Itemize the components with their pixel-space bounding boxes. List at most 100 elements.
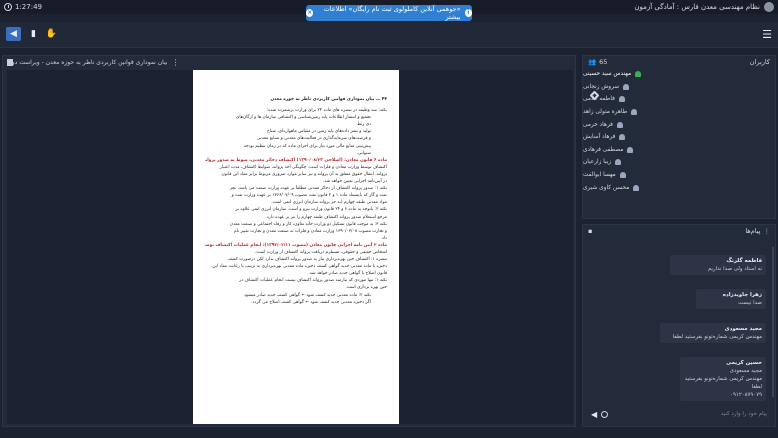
close-icon[interactable]: ×	[306, 9, 314, 17]
clock-icon	[4, 3, 12, 11]
user-icon	[619, 134, 626, 141]
menu-button[interactable]: ☰	[762, 28, 772, 41]
page-line: تجمیع و انتشار اطلاعات پایه زمین‌شناسی و…	[236, 115, 371, 121]
page-line: و تجارت مصوب ۱۳۹۰/۰۳/۰۸ وزارت معادن و فل…	[233, 228, 387, 234]
document-icon	[7, 59, 13, 66]
presentation-panel: ⋮ بیان نموداری قوانین کاربردی ناظر به حو…	[2, 55, 576, 427]
user-icon	[616, 121, 623, 128]
info-icon: i	[464, 9, 472, 17]
page-line: تولید و نشر داده‌های پایه زمین در مقیاس …	[266, 129, 371, 135]
avatar[interactable]	[764, 2, 774, 12]
page-line: ذی ربط	[357, 122, 371, 128]
page-line: قانون اصلاح یا گواهی جدید صادر خواهد شد.	[308, 271, 387, 277]
user-icon	[633, 184, 640, 191]
user-item[interactable]: فاطمه غلامی	[583, 93, 775, 106]
page-line: اکتشاف توسط وزارت معادن و فلزات است. چگو…	[219, 164, 387, 170]
chat-icon: ▪	[588, 227, 593, 235]
chat-message: مجید مسعودی مهندس کریمی شماره‌تونو بفرست…	[660, 323, 766, 343]
message-text: نه استاد ولی صدا نداریم	[707, 266, 762, 272]
chat-title: پیام‌ها	[745, 227, 761, 235]
user-item[interactable]: طاهره متولی زاهد	[583, 106, 775, 119]
user-icon	[618, 96, 625, 103]
user-item[interactable]: محسن کاوی شیری	[583, 181, 775, 194]
user-icon	[619, 172, 626, 179]
page-line: پروانه، انتقال حقوق متعلق به آن پروانه و…	[221, 171, 387, 177]
users-panel: 👥 65 کاربران مهندس سید حسینی سروش زنجانی…	[582, 55, 776, 219]
page-line: داد.	[380, 235, 387, 241]
page-line: پیش‌بینی منابع مالی مورد نیاز برای اجرای…	[243, 143, 371, 149]
send-icon[interactable]: ◀	[591, 410, 597, 419]
message-phone: ۰۹۱۲۰۸۷۹۰۷۹	[730, 392, 762, 398]
user-item[interactable]: سروش زنجانی	[583, 81, 775, 94]
chat-message: حسین کریمی مجید مسعودی مهندس کریمی شماره…	[680, 357, 766, 401]
page-line: نکته: سه وظیفه در تبصره های ماده ۲۴ برای…	[266, 108, 387, 114]
toolbar: ◀ ▮ ✋ ☰	[0, 22, 778, 48]
document-page: ۴۴ ـــ بیان نموداری قوانین کاربردی ناظر …	[193, 70, 399, 424]
user-item[interactable]: مهندس سید حسینی	[583, 68, 775, 81]
page-line: اشخاص حقیقی و حقوقی، مستلزم دریافت پروان…	[255, 249, 387, 255]
page-line: نکته ۳: به موجب قانون تشکیل دو وزارت خان…	[229, 221, 387, 227]
page-line: ماده ۶ قانون معادن: (اصلاحی ۱۳۹۰/۰۸/۲۳) …	[205, 157, 387, 163]
raise-hand-button[interactable]: ✋	[44, 27, 59, 41]
message-author: مجید مسعودی	[724, 326, 762, 332]
user-item[interactable]: فرهاد خرمی	[583, 118, 775, 131]
user-name: مصطفی فرهادی	[583, 146, 624, 153]
page-line: اگر ذخیره معدنی جدید کشف شود ← گواهی کشف…	[251, 299, 371, 305]
people-icon: 👥	[588, 58, 597, 66]
chat-scrollbar[interactable]	[772, 247, 774, 397]
file-button[interactable]: ▮	[26, 27, 41, 41]
users-title: کاربران	[749, 58, 770, 66]
mic-button[interactable]: ◀	[6, 27, 21, 41]
page-line: مرجع استعلام صدور پروانه اکتشاف طبقه چها…	[265, 214, 387, 220]
page-line: حین بهره برداری است.	[345, 285, 387, 291]
session-timer: 1:27:49	[4, 3, 42, 11]
user-name: مهندس سید حسینی	[583, 71, 632, 78]
user-name: مهسا ابوالفت	[583, 172, 616, 179]
user-item[interactable]: زیبا زارعیان	[583, 156, 775, 169]
page-line: نکته ۱: صدور پروانه اکتشاف از ذخائر معدن…	[229, 186, 387, 192]
more-options-icon[interactable]: ⋮	[764, 227, 771, 235]
presentation-stage: ۴۴ ـــ بیان نموداری قوانین کاربردی ناظر …	[7, 70, 573, 424]
info-banner[interactable]: i «جوهمی آنلاین کاملولوی ثبت نام رایگان»…	[306, 5, 472, 21]
message-text: صدا نیست	[738, 300, 762, 306]
banner-text[interactable]: «جوهمی آنلاین کاملولوی ثبت نام رایگان» ا…	[317, 5, 461, 21]
menu-icon: ☰	[762, 28, 772, 41]
chat-message: زهرا جاویدزاده صدا نیست	[696, 289, 766, 309]
page-header: ۴۴ ـــ بیان نموداری قوانین کاربردی ناظر …	[270, 97, 387, 102]
user-icon	[627, 146, 634, 153]
chat-message: فاطمه گلرنگ نه استاد ولی صدا نداریم	[670, 255, 766, 275]
page-line: در آیین‌نامه اجرایی تعیین خواهد شد.	[322, 179, 387, 185]
page-line: نکته ۲: باتوجه به ماده ۶ و ۲۴ قانون وزار…	[235, 207, 387, 213]
chat-messages: فاطمه گلرنگ نه استاد ولی صدا نداریم زهرا…	[586, 239, 772, 405]
chat-input[interactable]: پیام خود را وارد کنید ◀	[587, 407, 771, 421]
page-line: سنواتی.	[356, 150, 371, 156]
page-line: نکته ۲: ماده معدنی جدید کشف شود ← گواهی …	[243, 292, 371, 298]
user-item[interactable]: مصطفی فرهادی	[583, 144, 775, 157]
page-line: مواد معدنی طبقه چهارم (به جز پروانه سازم…	[271, 200, 387, 206]
message-quote: مجید مسعودی	[729, 368, 762, 374]
chat-input-placeholder[interactable]: پیام خود را وارد کنید	[721, 411, 767, 417]
users-count: 👥 65	[588, 58, 607, 66]
page-line: نکته ۱: تنها موردی که نیازمند صدور پروان…	[239, 278, 387, 284]
file-icon: ▮	[31, 29, 36, 39]
session-time: 1:27:49	[15, 3, 42, 11]
chat-panel: ▪ پیام‌ها ⋮ فاطمه گلرنگ نه استاد ولی صدا…	[582, 224, 776, 427]
user-icon	[623, 83, 630, 90]
user-item[interactable]: مهسا ابوالفت	[583, 169, 775, 182]
user-name: سروش زنجانی	[583, 83, 620, 90]
chat-header: ▪ پیام‌ها ⋮	[583, 225, 775, 237]
hand-icon: ✋	[45, 29, 58, 39]
page-line: تبصره ۱: اکتشاف حین بهره‌برداری نیاز به …	[227, 257, 387, 263]
user-icon	[615, 159, 622, 166]
emoji-icon[interactable]	[601, 410, 609, 418]
more-options-icon[interactable]: ⋮	[171, 58, 179, 67]
user-icon	[635, 71, 642, 78]
user-name: فرهاد خرمی	[583, 121, 613, 128]
user-icon	[631, 109, 638, 116]
presentation-title: بیان نموداری قوانین کاربردی ناظر به حوزه…	[8, 58, 168, 66]
message-author: زهرا جاویدزاده	[722, 292, 762, 298]
user-name: فاطمه غلامی	[583, 96, 615, 103]
user-item[interactable]: فرهاد آسایش	[583, 131, 775, 144]
mic-icon: ◀	[10, 29, 17, 39]
session-title-text: نظام مهندسی معدن فارس : آمادگی آزمون	[634, 3, 760, 11]
